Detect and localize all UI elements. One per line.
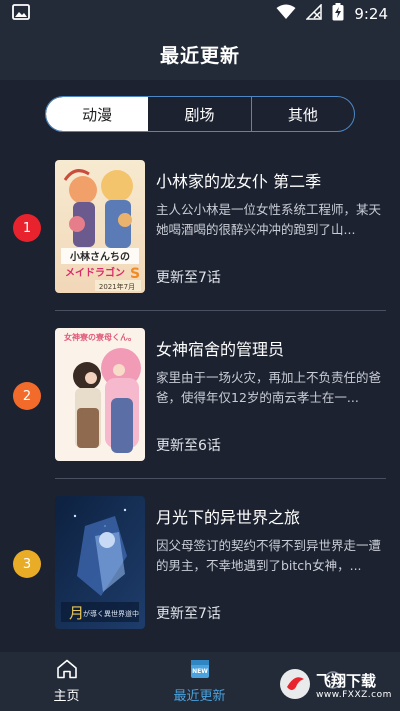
svg-text:が導く異世界道中: が導く異世界道中	[83, 609, 139, 618]
cover-image[interactable]: 女神寮の寮母くん。	[55, 328, 145, 461]
svg-text:月: 月	[69, 604, 84, 622]
item-description: 家里由于一场火灾，再加上不负责任的爸爸，使得年仅12岁的南云孝士在一...	[156, 370, 382, 405]
item-progress: 更新至7话	[156, 270, 221, 286]
rank-badge: 1	[13, 214, 41, 242]
item-title: 月光下的异世界之旅	[156, 508, 301, 527]
nav-recent-label: 最近更新	[173, 689, 226, 704]
status-bar: 9:24	[0, 0, 400, 28]
tab-anime[interactable]: 动漫	[46, 97, 149, 131]
svg-text:2021年7月: 2021年7月	[99, 282, 135, 291]
svg-text:女神寮の寮母くん。: 女神寮の寮母くん。	[64, 332, 136, 342]
tab-other[interactable]: 其他	[250, 97, 354, 131]
watermark: 飞翔下载 www.FXXZ.com	[278, 666, 394, 706]
battery-icon	[332, 3, 344, 25]
signal-icon	[305, 3, 323, 24]
rank-number: 1	[22, 220, 32, 236]
image-icon	[12, 4, 30, 24]
item-progress: 更新至6话	[156, 438, 221, 454]
page-title: 最近更新	[159, 44, 240, 67]
app-header: 最近更新	[0, 28, 400, 80]
list-item[interactable]: 2 女神寮の寮母くん。 女神宿舍的管理员 家里由于一场火灾，再加上不负责任的爸爸…	[0, 316, 400, 484]
home-icon	[56, 659, 78, 683]
svg-text:S: S	[130, 266, 140, 282]
watermark-logo-icon	[278, 667, 312, 705]
cover-image[interactable]: 月 が導く異世界道中	[55, 496, 145, 629]
nav-home[interactable]: 主页	[0, 652, 133, 711]
nav-home-label: 主页	[53, 689, 80, 704]
wifi-icon	[276, 4, 296, 24]
divider	[55, 310, 386, 311]
watermark-text-group: 飞翔下载 www.FXXZ.com	[316, 671, 392, 700]
status-time: 9:24	[354, 5, 388, 23]
item-description: 因父母签订的契约不得不到异世界走一遭的男主，不幸地遇到了bitch女神，...	[156, 538, 382, 573]
rank-number: 2	[22, 388, 32, 404]
category-tabs: 动漫 剧场 其他	[45, 96, 355, 132]
divider	[55, 478, 386, 479]
cover-image[interactable]: 小林さんちの メイドラゴン S 2021年7月	[55, 160, 145, 293]
item-title: 小林家的龙女仆 第二季	[156, 172, 322, 191]
rank-badge: 3	[13, 550, 41, 578]
watermark-url: www.FXXZ.com	[316, 689, 392, 700]
svg-text:小林さんちの: 小林さんちの	[69, 250, 130, 263]
rank-number: 3	[22, 556, 32, 572]
svg-text:メイドラゴン: メイドラゴン	[65, 266, 125, 279]
item-title: 女神宿舍的管理员	[156, 340, 285, 359]
nav-recent-updates[interactable]: NEW 最近更新	[133, 652, 266, 711]
new-icon: NEW	[189, 659, 211, 683]
tab-theater[interactable]: 剧场	[148, 97, 250, 131]
item-progress: 更新至7话	[156, 606, 221, 622]
item-description: 主人公小林是一位女性系统工程师，某天她喝酒喝的很醉兴冲冲的跑到了山...	[156, 202, 382, 237]
list-item[interactable]: 1 小林さんちの メイドラゴン S 2021年7月 小林家的龙女仆 第二季 主人…	[0, 148, 400, 316]
rank-badge: 2	[13, 382, 41, 410]
new-badge-text: NEW	[192, 668, 208, 675]
watermark-text: 飞翔下载	[316, 671, 377, 690]
list-item[interactable]: 3 月 が導く異世界道中 月光下的异世界之旅 因父母签订的契约不得不到异世界走一…	[0, 484, 400, 652]
